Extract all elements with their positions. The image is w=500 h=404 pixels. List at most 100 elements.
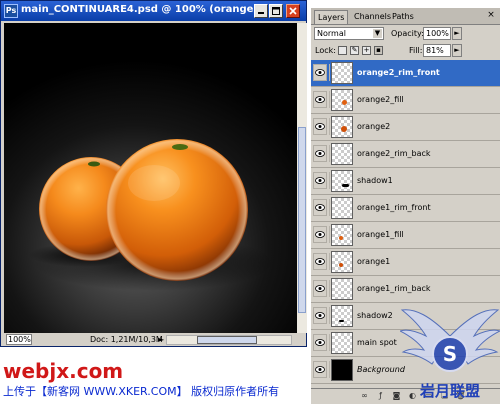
layer-link-slot	[329, 253, 330, 270]
layer-thumbnail	[331, 224, 353, 246]
layer-thumbnail	[331, 278, 353, 300]
eye-icon[interactable]	[313, 64, 327, 81]
zoom-level-field[interactable]: 100%	[6, 334, 32, 345]
status-menu-arrow-icon[interactable]: ►	[158, 335, 164, 345]
eye-icon[interactable]	[313, 118, 327, 135]
layer-link-slot	[329, 199, 330, 216]
layer-thumbnail	[331, 305, 353, 327]
close-button[interactable]	[286, 4, 300, 18]
minimize-icon	[258, 12, 264, 14]
window-title: main_CONTINUARE4.psd @ 100% (orange2_rim…	[21, 4, 253, 15]
layer-name: orange2_rim_front	[357, 68, 440, 77]
layer-name: orange1_rim_back	[357, 284, 431, 293]
watermark-site: webjx.com	[3, 359, 124, 383]
eye-icon[interactable]	[313, 307, 327, 324]
layer-name: orange1_fill	[357, 230, 404, 239]
fill-label: Fill:	[409, 46, 423, 55]
opacity-slider-arrow-icon[interactable]: ►	[452, 27, 462, 40]
layer-thumbnail	[331, 197, 353, 219]
layer-thumbnail	[331, 143, 353, 165]
blend-opacity-row: Normal ▼ Opacity: 100% ►	[311, 25, 500, 43]
layer-row[interactable]: orange2_rim_front	[311, 60, 500, 87]
layer-thumbnail	[331, 359, 353, 381]
blend-mode-select[interactable]: Normal ▼	[314, 27, 384, 40]
layer-link-slot	[329, 118, 330, 135]
layer-row[interactable]: orange1_rim_front	[311, 195, 500, 222]
tab-channels[interactable]: Channels	[351, 10, 394, 24]
minimize-button[interactable]	[254, 4, 268, 18]
eye-icon[interactable]	[313, 145, 327, 162]
lock-fill-row: Lock: ✎ + ▪ Fill: 81% ►	[311, 42, 500, 60]
lock-transparency-icon[interactable]	[338, 46, 347, 55]
layer-name: main spot	[357, 338, 397, 347]
layer-name: orange2_fill	[357, 95, 404, 104]
title-bar[interactable]: Ps main_CONTINUARE4.psd @ 100% (orange2_…	[1, 1, 306, 21]
eye-icon[interactable]	[313, 334, 327, 351]
lock-move-icon[interactable]: +	[362, 46, 371, 55]
layer-thumbnail	[331, 89, 353, 111]
fill-slider-arrow-icon[interactable]: ►	[452, 44, 462, 57]
layer-link-slot	[329, 226, 330, 243]
close-icon	[289, 7, 297, 15]
logo-caption: 岩月联盟	[419, 382, 480, 400]
fill-field[interactable]: 81%	[423, 44, 451, 57]
eye-icon[interactable]	[313, 91, 327, 108]
palette-menu-icon[interactable]: ×	[485, 10, 497, 22]
layer-name: orange2	[357, 122, 391, 131]
palette-tabs: Layers Channels Paths ×	[311, 8, 500, 25]
lock-paint-icon[interactable]: ✎	[350, 46, 359, 55]
oranges-artwork	[29, 139, 274, 291]
maximize-button[interactable]	[269, 4, 283, 18]
eye-icon[interactable]	[313, 199, 327, 216]
eye-icon[interactable]	[313, 361, 327, 378]
opacity-field[interactable]: 100%	[423, 27, 451, 40]
eye-icon[interactable]	[313, 226, 327, 243]
layer-link-slot	[329, 172, 330, 189]
eye-icon[interactable]	[313, 280, 327, 297]
lock-label: Lock:	[315, 46, 336, 55]
link-layers-icon[interactable]: ∞	[359, 391, 370, 401]
layer-row[interactable]: orange2	[311, 114, 500, 141]
tab-layers[interactable]: Layers	[314, 10, 349, 24]
layer-style-icon[interactable]: ƒ	[375, 391, 386, 401]
eye-icon[interactable]	[313, 253, 327, 270]
blend-mode-value: Normal	[317, 29, 346, 38]
image-canvas[interactable]	[4, 23, 297, 333]
tab-paths[interactable]: Paths	[389, 10, 417, 24]
layer-thumbnail	[331, 170, 353, 192]
photoshop-app-icon: Ps	[4, 4, 18, 18]
maximize-icon	[272, 7, 280, 15]
layer-row[interactable]: orange1_fill	[311, 222, 500, 249]
layer-row[interactable]: orange2_rim_back	[311, 141, 500, 168]
layer-name: shadow2	[357, 311, 393, 320]
watermark-caption: 上传于【新客网 WWW.XKER.COM】 版权归原作者所有	[3, 385, 280, 398]
layer-link-slot	[329, 361, 330, 378]
opacity-label: Opacity:	[391, 29, 424, 38]
layer-name: orange1_rim_front	[357, 203, 431, 212]
horizontal-scrollbar[interactable]	[166, 335, 292, 345]
vertical-scrollbar[interactable]	[297, 23, 307, 333]
layer-name: orange2_rim_back	[357, 149, 431, 158]
lock-all-icon[interactable]: ▪	[374, 46, 383, 55]
status-bar: 100% Doc: 1,21M/10,3M ►	[4, 334, 306, 346]
layer-name: shadow1	[357, 176, 393, 185]
layer-link-slot	[329, 307, 330, 324]
chevron-down-icon: ▼	[373, 29, 382, 38]
logo-letter: S	[443, 342, 457, 366]
layer-name: Background	[357, 365, 405, 374]
layer-thumbnail	[331, 251, 353, 273]
eye-icon[interactable]	[313, 172, 327, 189]
layer-link-slot	[329, 280, 330, 297]
layer-row[interactable]: orange2_fill	[311, 87, 500, 114]
layer-link-slot	[329, 334, 330, 351]
layer-thumbnail	[331, 116, 353, 138]
layer-name: orange1	[357, 257, 391, 266]
document-size-info: Doc: 1,21M/10,3M	[90, 335, 163, 344]
layer-thumbnail	[331, 62, 353, 84]
layer-thumbnail	[331, 332, 353, 354]
watermark-logo: S 岩月联盟	[400, 309, 500, 400]
layer-row[interactable]: shadow1	[311, 168, 500, 195]
layer-link-slot	[329, 91, 330, 108]
layer-row[interactable]: orange1	[311, 249, 500, 276]
document-window: Ps main_CONTINUARE4.psd @ 100% (orange2_…	[0, 0, 307, 347]
